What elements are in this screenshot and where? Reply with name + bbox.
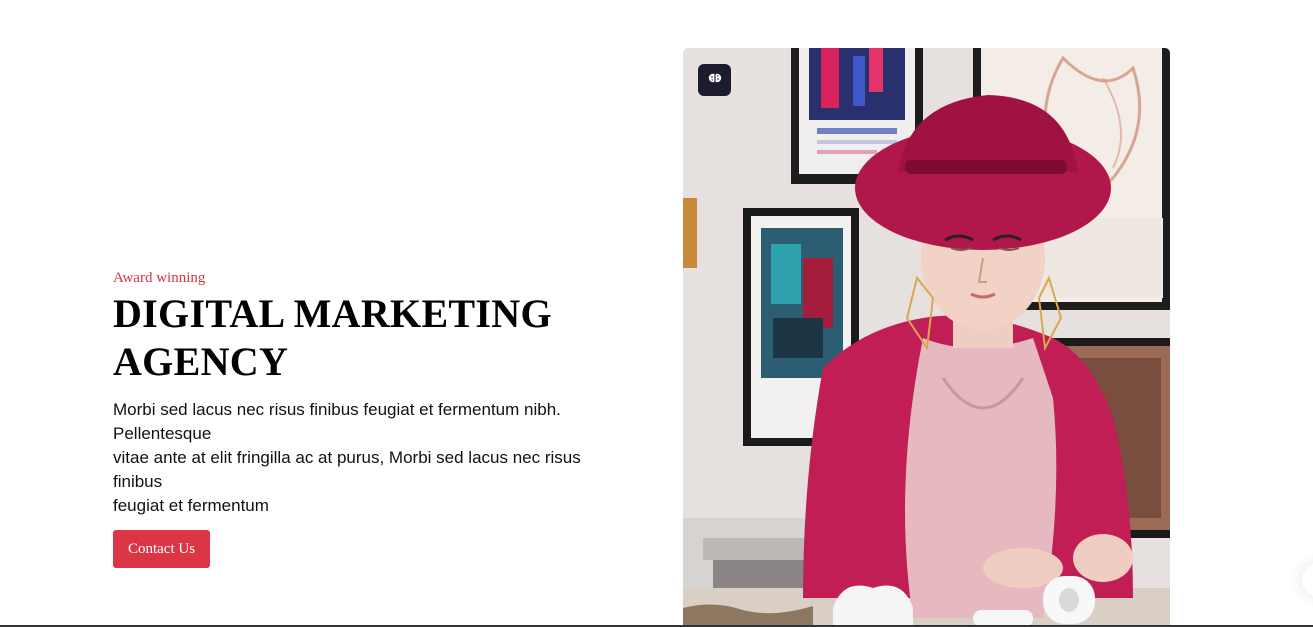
hero-description: Morbi sed lacus nec risus finibus feugia… — [113, 398, 628, 518]
hero-description-line: feugiat et fermentum — [113, 496, 269, 515]
hero-description-line: vitae ante at elit fringilla ac at purus… — [113, 448, 581, 467]
hero-headline-line-1: DIGITAL MARKETING — [113, 291, 552, 336]
floating-widget-button[interactable] — [1302, 562, 1313, 598]
hero-description-line: Pellentesque — [113, 424, 212, 443]
hero-headline-line-2: AGENCY — [113, 339, 289, 384]
contact-us-button[interactable]: Contact Us — [113, 530, 210, 568]
hero-description-line: Morbi sed lacus nec risus finibus feugia… — [113, 400, 561, 419]
hero-eyebrow: Award winning — [113, 270, 206, 286]
hero-description-line: finibus — [113, 472, 163, 491]
brain-icon — [707, 70, 723, 91]
hero-text-block: Award winning DIGITAL MARKETING AGENCY M… — [113, 268, 633, 518]
ai-badge[interactable] — [698, 64, 731, 96]
hero-photo — [683, 48, 1170, 627]
hero-headline: DIGITAL MARKETING AGENCY — [113, 290, 633, 386]
